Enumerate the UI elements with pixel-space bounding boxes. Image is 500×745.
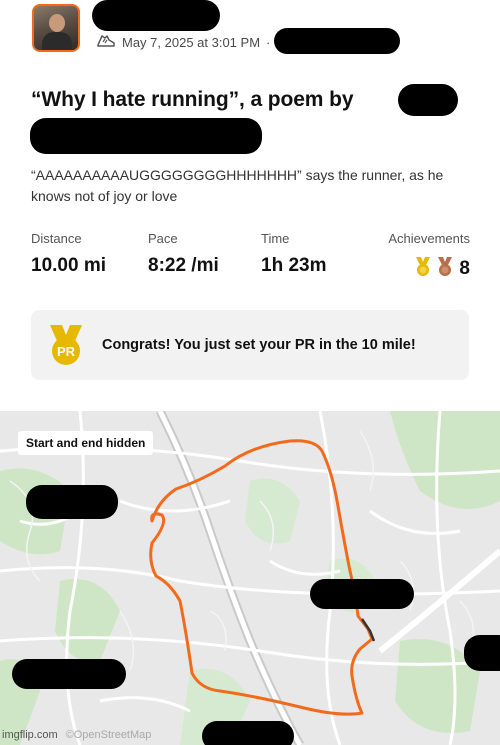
stat-time: Time 1h 23m (261, 231, 326, 277)
activity-meta: May 7, 2025 at 3:01 PM · (96, 33, 270, 51)
stat-pace: Pace 8:22 /mi (148, 231, 219, 277)
stats-row: Distance 10.00 mi Pace 8:22 /mi Time 1h … (31, 231, 470, 281)
redacted-title-name-2 (30, 118, 262, 154)
redacted-athlete-name (92, 0, 220, 31)
redacted-map-label-2 (310, 579, 414, 609)
pr-badge-text: PR (57, 344, 76, 359)
activity-title: “Why I hate running”, a poem by (31, 88, 354, 111)
watermark-text: imgflip.com (2, 729, 58, 741)
avatar-body (42, 32, 72, 50)
bronze-trophy-icon (435, 255, 455, 282)
meta-separator: · (266, 34, 271, 50)
redacted-map-label-5 (202, 721, 294, 745)
redacted-map-label-1 (26, 485, 118, 519)
activity-date: May 7, 2025 at 3:01 PM (122, 34, 261, 50)
redacted-map-label-4 (464, 635, 500, 671)
avatar[interactable] (32, 4, 80, 52)
start-end-hidden-label: Start and end hidden (18, 431, 154, 455)
redacted-location (274, 28, 400, 54)
stat-achievements[interactable]: Achievements 8 (388, 231, 470, 282)
redacted-map-label-3 (12, 659, 126, 689)
avatar-head (49, 14, 65, 32)
redacted-title-name-1 (398, 84, 458, 116)
map-attribution: ©OpenStreetMap (65, 729, 152, 741)
achievements-label: Achievements (388, 231, 470, 246)
stat-distance: Distance 10.00 mi (31, 231, 106, 277)
route-map[interactable]: Start and end hidden imgflip.com ©OpenStr… (0, 411, 500, 745)
running-shoe-icon (96, 33, 116, 52)
distance-value: 10.00 mi (31, 255, 106, 276)
pr-card[interactable]: PR Congrats! You just set your PR in the… (31, 310, 469, 380)
pr-medal-icon: PR (46, 323, 86, 367)
gold-trophy-icon (413, 255, 433, 282)
map-canvas (0, 411, 500, 745)
time-value: 1h 23m (261, 255, 327, 276)
achievements-count: 8 (459, 257, 470, 279)
pace-value: 8:22 /mi (148, 255, 219, 276)
achievements-value: 8 (388, 255, 470, 282)
activity-description: “AAAAAAAAAAUGGGGGGGGHHHHHHH” says the ru… (31, 167, 444, 204)
pace-label: Pace (148, 231, 178, 246)
pr-message: Congrats! You just set your PR in the 10… (102, 337, 416, 353)
distance-label: Distance (31, 231, 82, 246)
time-label: Time (261, 231, 290, 246)
imgflip-watermark: imgflip.com ©OpenStreetMap (2, 729, 151, 741)
